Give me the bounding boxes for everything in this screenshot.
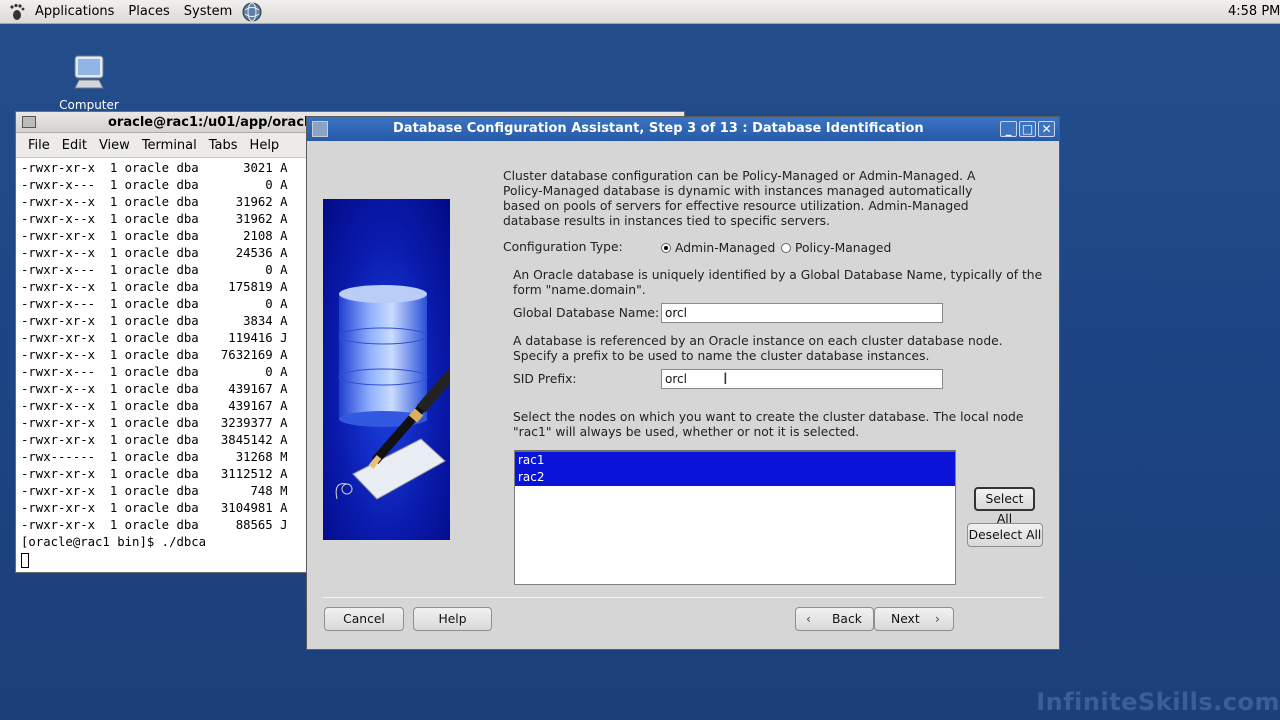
help-button[interactable]: Help (413, 607, 492, 631)
window-menu-icon[interactable] (22, 116, 36, 128)
menu-applications[interactable]: Applications (28, 4, 121, 19)
close-icon[interactable]: ✕ (1038, 121, 1055, 137)
terminal-menu-edit[interactable]: Edit (56, 138, 93, 153)
deselect-all-button[interactable]: Deselect All (967, 523, 1043, 547)
terminal-title: oracle@rac1:/u01/app/oracle (108, 114, 318, 130)
global-db-name-description: An Oracle database is uniquely identifie… (513, 268, 1043, 297)
menu-system[interactable]: System (177, 4, 239, 19)
radio-policy-managed-label: Policy-Managed (795, 241, 892, 255)
terminal-menu-tabs[interactable]: Tabs (203, 138, 244, 153)
cancel-button[interactable]: Cancel (324, 607, 404, 631)
intro-text: Cluster database configuration can be Po… (503, 169, 976, 228)
dialog-titlebar[interactable]: Database Configuration Assistant, Step 3… (307, 117, 1059, 141)
desktop-icon-computer[interactable]: Computer (54, 50, 124, 112)
maximize-icon[interactable]: □ (1019, 121, 1036, 137)
terminal-menu-terminal[interactable]: Terminal (136, 138, 203, 153)
database-pen-illustration (323, 199, 450, 540)
menu-places[interactable]: Places (121, 4, 176, 19)
list-item-rac2[interactable]: rac2 (515, 469, 955, 486)
web-browser-icon[interactable] (241, 1, 263, 23)
terminal-cursor (21, 553, 29, 568)
cluster-nodes-list[interactable]: rac1 rac2 (514, 450, 956, 585)
next-button-label: Next (891, 612, 920, 626)
button-separator (323, 597, 1043, 598)
computer-icon (67, 50, 111, 94)
global-db-name-input[interactable]: orcl (661, 303, 943, 323)
sid-prefix-description: A database is referenced by an Oracle in… (513, 334, 1003, 363)
radio-admin-managed[interactable]: Admin-Managed (661, 241, 775, 255)
watermark-logo: InfiniteSkills.com (1036, 688, 1280, 716)
back-button[interactable]: ‹ Back (795, 607, 874, 631)
nodes-description: Select the nodes on which you want to cr… (513, 410, 1024, 439)
global-db-name-label: Global Database Name: (513, 306, 660, 320)
minimize-icon[interactable]: _ (1000, 121, 1017, 137)
radio-button-unselected[interactable] (781, 243, 791, 253)
select-all-button[interactable]: Select All (974, 487, 1035, 526)
chevron-left-icon: ‹ (806, 612, 811, 626)
radio-policy-managed[interactable]: Policy-Managed (781, 241, 891, 255)
panel-clock[interactable]: 4:58 PM (1228, 4, 1280, 19)
chevron-right-icon: › (935, 612, 940, 626)
configuration-type-label: Configuration Type: (503, 240, 623, 254)
next-button[interactable]: Next › (874, 607, 954, 631)
desktop-icon-label: Computer (59, 98, 119, 112)
terminal-menu-view[interactable]: View (93, 138, 136, 153)
radio-button-selected[interactable] (661, 243, 671, 253)
list-item-rac1[interactable]: rac1 (515, 452, 955, 469)
window-menu-icon[interactable] (312, 121, 328, 137)
dbca-dialog[interactable]: Database Configuration Assistant, Step 3… (306, 116, 1060, 650)
dialog-title: Database Configuration Assistant, Step 3… (393, 121, 924, 136)
text-cursor-icon: I (723, 369, 728, 388)
gnome-foot-icon[interactable] (6, 1, 28, 23)
terminal-menu-help[interactable]: Help (244, 138, 286, 153)
sid-prefix-label: SID Prefix: (513, 372, 577, 386)
sid-prefix-input[interactable]: orcl (661, 369, 943, 389)
terminal-menu-file[interactable]: File (22, 138, 56, 153)
top-panel: Applications Places System 4:58 PM (0, 0, 1280, 24)
back-button-label: Back (832, 612, 862, 626)
radio-admin-managed-label: Admin-Managed (675, 241, 776, 255)
